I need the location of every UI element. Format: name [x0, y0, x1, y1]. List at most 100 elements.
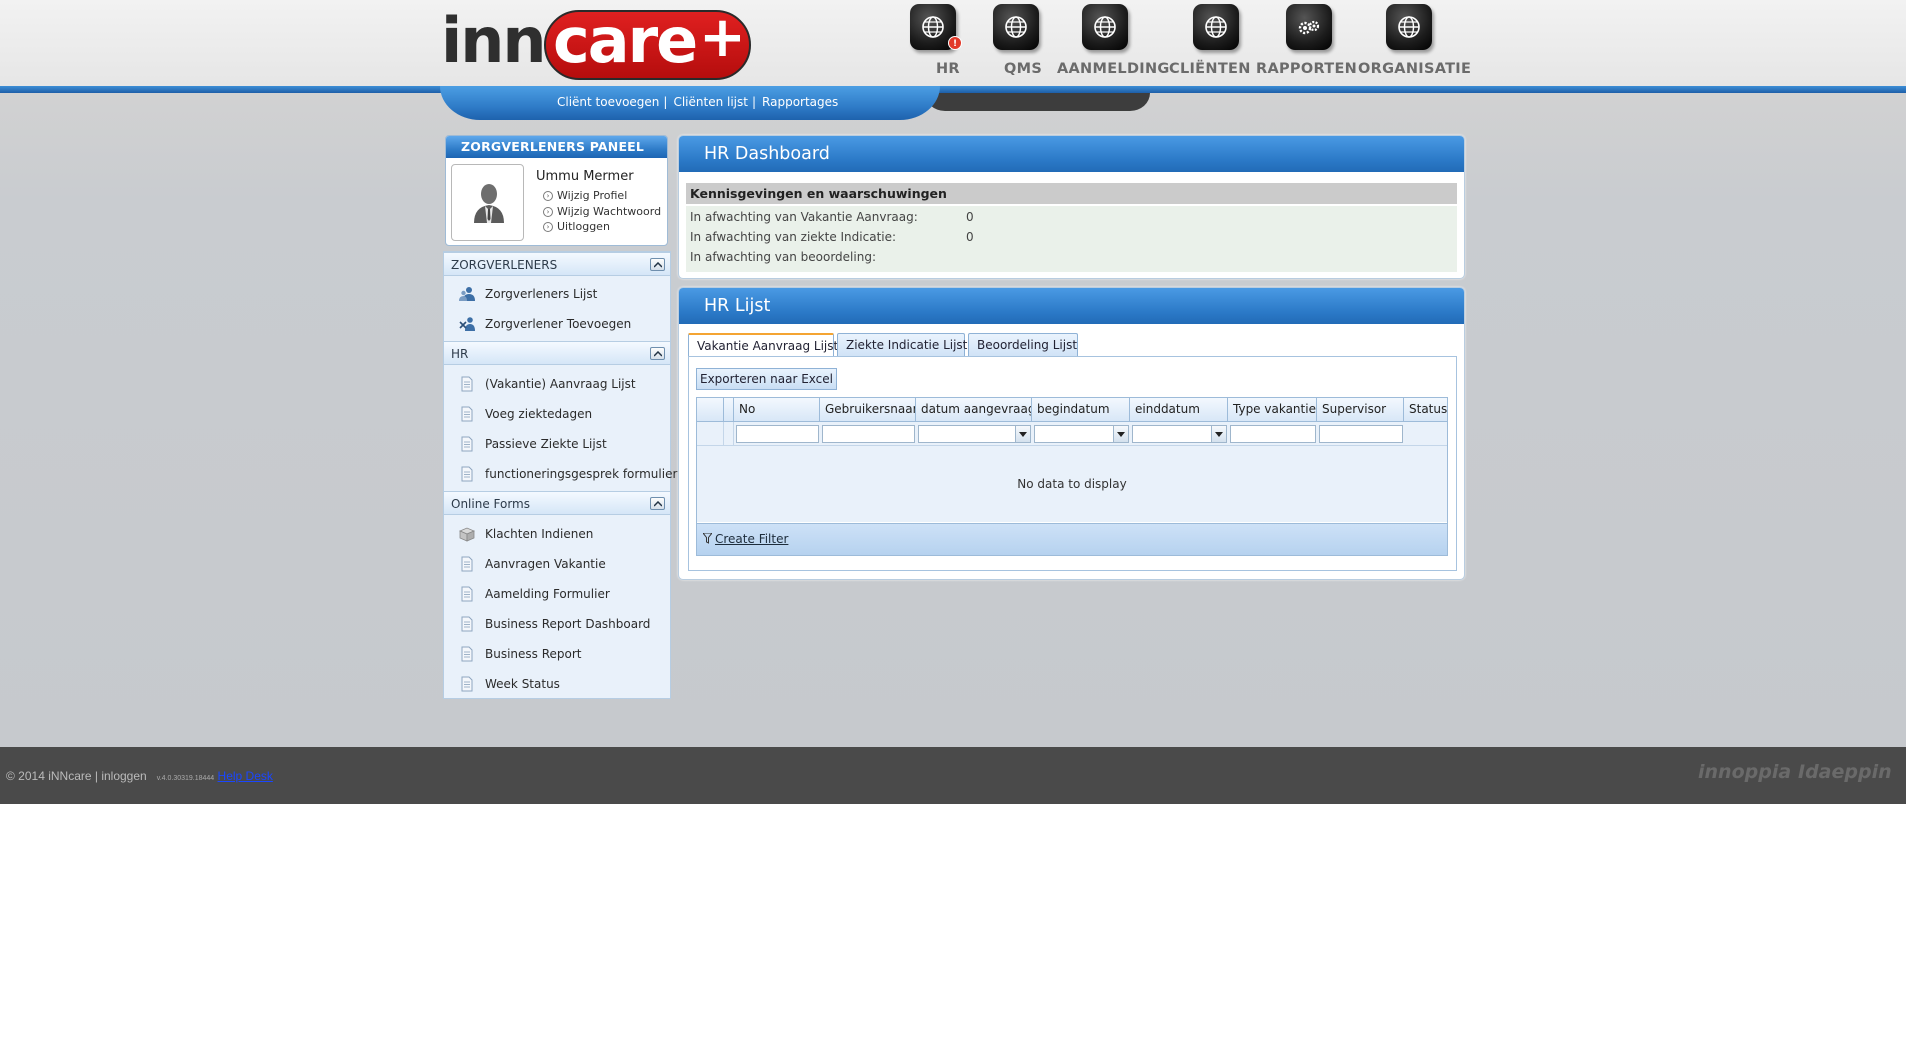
sidebar-item-functioneringsgesprek-formulier[interactable]: functioneringsgesprek formulier — [444, 459, 677, 489]
topnav-label-aanmelding: AANMELDING — [1057, 61, 1170, 77]
topnav-organisatie[interactable]: ORGANISATIE — [1358, 4, 1472, 84]
column-header-gebruikersnaam[interactable]: Gebruikersnaam — [820, 398, 916, 421]
filter-date-datum-aangevraagd[interactable] — [918, 425, 1031, 443]
topnav-aanmelding[interactable]: AANMELDING — [1056, 4, 1169, 84]
subnav-link-rapportages[interactable]: Rapportages — [762, 95, 838, 109]
sidebar-item-zorgverlener-toevoegen[interactable]: Zorgverlener Toevoegen — [444, 309, 670, 339]
collapse-icon[interactable] — [650, 497, 665, 510]
logo-text-plus: + — [699, 5, 746, 70]
filter-input-type-vakantie[interactable] — [1230, 425, 1316, 443]
topnav-label-qms: QMS — [1004, 61, 1043, 77]
ideappin-logo: Idaeppin — [1798, 761, 1892, 783]
document-icon — [461, 436, 473, 452]
topnav-clienten[interactable]: CLIËNTEN — [1168, 4, 1258, 84]
sidebar-item-week-status[interactable]: Week Status — [444, 669, 670, 699]
chevron-down-icon[interactable] — [1113, 426, 1128, 442]
help-desk-link[interactable]: Help Desk — [218, 769, 273, 783]
subnav-links: Cliënt toevoegen | Cliënten lijst | Rapporta… — [557, 93, 838, 111]
change-password-label: Wijzig Wachtwoord — [557, 204, 662, 218]
avatar — [451, 164, 524, 241]
column-header-expand[interactable] — [697, 398, 724, 421]
box-icon — [459, 527, 475, 542]
notices-list: In afwachting van Vakantie Aanvraag: 0 I… — [686, 206, 1457, 272]
topnav-rapporten[interactable]: RAPPORTEN — [1256, 4, 1360, 84]
profile-panel-title: ZORGVERLENERS PANEEL — [446, 136, 667, 158]
logo-text-care: care — [553, 4, 698, 77]
subnav-link-client-toevoegen[interactable]: Cliënt toevoegen — [557, 95, 659, 109]
column-header-supervisor[interactable]: Supervisor — [1317, 398, 1404, 421]
sidebar-item-label: Klachten Indienen — [485, 527, 594, 541]
sidebar-item-label: Zorgverlener Toevoegen — [485, 317, 632, 331]
column-header-no[interactable]: No — [734, 398, 820, 421]
topnav-hr[interactable]: ! HR — [900, 4, 962, 84]
empty-state-text: No data to display — [697, 446, 1447, 522]
tab-beoordeling-lijst[interactable]: Beoordeling Lijst — [968, 333, 1078, 357]
collapse-icon[interactable] — [650, 258, 665, 271]
filter-date-begindatum[interactable] — [1034, 425, 1129, 443]
sidebar-item-business-report[interactable]: Business Report — [444, 639, 670, 669]
change-password-link[interactable]: › Wijzig Wachtwoord — [541, 204, 661, 220]
edit-profile-link[interactable]: › Wijzig Profiel — [541, 188, 661, 204]
topnav-qms[interactable]: QMS — [990, 4, 1050, 84]
notice-value: 0 — [966, 210, 974, 224]
sidebar-item-label: Voeg ziektedagen — [485, 407, 593, 421]
column-header-datum-aangevraagd[interactable]: datum aangevraagd — [916, 398, 1032, 421]
subnav-link-clienten-lijst[interactable]: Cliënten lijst — [673, 95, 748, 109]
panel-title: HR Lijst — [679, 288, 1464, 324]
gears-icon — [1286, 4, 1332, 50]
sidebar-item-business-report-dashboard[interactable]: Business Report Dashboard — [444, 609, 670, 639]
document-icon — [461, 676, 473, 692]
sidebar-item-voeg-ziektedagen[interactable]: Voeg ziektedagen — [444, 399, 670, 429]
panel-title: HR Dashboard — [679, 136, 1464, 172]
column-header-einddatum[interactable]: einddatum — [1130, 398, 1228, 421]
chevron-down-icon[interactable] — [1211, 426, 1226, 442]
sidebar-section-hr[interactable]: HR — [444, 341, 670, 365]
sidebar-item-vakantie-aanvraag-lijst[interactable]: (Vakantie) Aanvraag Lijst — [444, 369, 670, 399]
filter-input-gebruikersnaam[interactable] — [822, 425, 915, 443]
filter-date-einddatum[interactable] — [1132, 425, 1227, 443]
column-header-select[interactable] — [724, 398, 734, 421]
sidebar-item-label: Aamelding Formulier — [485, 587, 610, 601]
notices-title: Kennisgevingen en waarschuwingen — [686, 183, 1457, 204]
tab-ziekte-indicatie-lijst[interactable]: Ziekte Indicatie Lijst — [837, 333, 967, 357]
subnav-separator: | — [751, 95, 757, 109]
globe-icon — [1193, 4, 1239, 50]
sidebar-section-online-forms[interactable]: Online Forms — [444, 491, 670, 515]
filter-icon — [701, 532, 714, 544]
filter-input-supervisor[interactable] — [1319, 425, 1403, 443]
profile-links: › Wijzig Profiel › Wijzig Wachtwoord › Uitl… — [541, 188, 661, 235]
document-icon — [461, 646, 473, 662]
sidebar-item-klachten-indienen[interactable]: Klachten Indienen — [444, 519, 670, 549]
column-header-status[interactable]: Status — [1404, 398, 1447, 421]
export-excel-button[interactable]: Exporteren naar Excel — [696, 368, 837, 390]
sidebar-nav: ZORGVERLENERS Zorgverleners Lijst Zorgve… — [443, 251, 677, 699]
tab-vakantie-aanvraag-lijst[interactable]: Vakantie Aanvraag Lijst — [688, 333, 838, 358]
grid-footer: Create Filter — [697, 523, 1447, 555]
profile-panel: ZORGVERLENERS PANEEL Ummu Mermer › Wijzig… — [445, 135, 668, 246]
sidebar-item-aamelding-formulier[interactable]: Aamelding Formulier — [444, 579, 670, 609]
create-filter-link[interactable]: Create Filter — [715, 532, 788, 546]
logout-link[interactable]: › Uitloggen — [541, 219, 661, 235]
notice-label: In afwachting van Vakantie Aanvraag: — [690, 210, 918, 224]
sidebar-item-label: Aanvragen Vakantie — [485, 557, 606, 571]
copyright-text: © 2014 iNNcare | inloggen — [6, 769, 147, 783]
chevron-down-icon[interactable] — [1015, 426, 1030, 442]
blank-area — [0, 804, 1906, 1039]
document-icon — [461, 376, 473, 392]
notice-label: In afwachting van ziekte Indicatie: — [690, 230, 897, 244]
user-silhouette-icon — [474, 184, 504, 223]
collapse-icon[interactable] — [650, 347, 665, 360]
version-text: v.4.0.30319.18444 — [156, 775, 215, 782]
sidebar-item-aanvragen-vakantie[interactable]: Aanvragen Vakantie — [444, 549, 670, 579]
sidebar-section-title: Online Forms — [451, 497, 531, 511]
sidebar-item-zorgverleners-lijst[interactable]: Zorgverleners Lijst — [444, 279, 670, 309]
sidebar-item-label: Zorgverleners Lijst — [485, 287, 598, 301]
innocare-logo[interactable]: inn care + — [441, 4, 751, 80]
sidebar-item-passieve-ziekte-lijst[interactable]: Passieve Ziekte Lijst — [444, 429, 670, 459]
topnav-label-clienten: CLIËNTEN — [1169, 61, 1251, 77]
column-header-type-vakantie[interactable]: Type vakantie — [1228, 398, 1317, 421]
sidebar-item-label: functioneringsgesprek formulier — [485, 467, 678, 481]
column-header-begindatum[interactable]: begindatum — [1032, 398, 1130, 421]
sidebar-section-zorgverleners[interactable]: ZORGVERLENERS — [444, 252, 670, 276]
filter-input-no[interactable] — [736, 425, 819, 443]
